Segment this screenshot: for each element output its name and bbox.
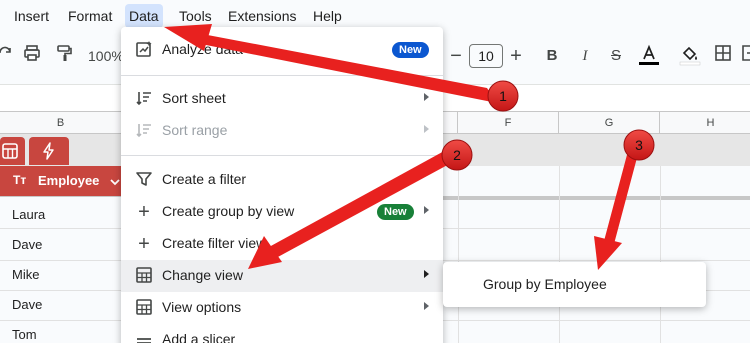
font-size-input[interactable]: 10	[469, 44, 503, 68]
menu-tools[interactable]: Tools	[175, 4, 216, 28]
decrease-font-size-icon[interactable]: −	[444, 44, 468, 68]
menu-help[interactable]: Help	[309, 4, 346, 28]
menu-item-label: Sort sheet	[162, 90, 226, 106]
slicer-icon	[134, 330, 154, 343]
menu-item-group-by-employee[interactable]: Group by Employee	[483, 276, 607, 292]
change-view-submenu: Group by Employee	[443, 262, 706, 307]
new-badge: New	[392, 42, 429, 58]
sort-icon	[134, 121, 154, 141]
annotation-number-1: 1	[499, 88, 507, 104]
menu-item-view-options[interactable]: View options	[121, 292, 443, 324]
text-type-icon: Tт	[13, 173, 27, 187]
column-header-e[interactable]	[443, 112, 458, 134]
bold-icon[interactable]: B	[540, 44, 564, 68]
menu-item-create-filter[interactable]: Create a filter	[121, 164, 443, 196]
table-icon	[134, 298, 154, 318]
submenu-arrow-icon	[424, 270, 429, 278]
text-color-icon[interactable]	[637, 44, 661, 68]
plus-icon: +	[138, 233, 150, 255]
menu-format[interactable]: Format	[64, 4, 116, 28]
column-header-h[interactable]: H	[660, 112, 750, 134]
table-row[interactable]: Laura	[12, 207, 45, 222]
menu-item-create-group-by-view[interactable]: + Create group by view New	[121, 196, 443, 228]
borders-icon[interactable]	[711, 44, 735, 68]
submenu-arrow-icon	[424, 206, 429, 214]
data-menu-dropdown: Analyze data New Sort sheet Sort range C…	[121, 27, 443, 343]
table-icon	[134, 266, 154, 286]
table-tab[interactable]	[0, 137, 25, 165]
menu-insert[interactable]: Insert	[10, 4, 53, 28]
fill-color-icon[interactable]	[678, 44, 702, 68]
menu-item-label: View options	[162, 299, 242, 315]
paint-format-icon[interactable]	[52, 44, 76, 68]
chevron-down-icon[interactable]	[109, 176, 121, 188]
menu-item-label: Create a filter	[162, 171, 247, 187]
print-icon[interactable]	[20, 44, 44, 68]
menu-item-add-slicer[interactable]: Add a slicer	[121, 324, 443, 343]
analyze-data-icon	[134, 40, 154, 60]
menu-item-sort-sheet[interactable]: Sort sheet	[121, 83, 443, 115]
annotation-arrow-3	[594, 151, 638, 270]
menu-item-label: Add a slicer	[162, 331, 236, 343]
menu-item-analyze-data[interactable]: Analyze data New	[121, 34, 443, 66]
table-row[interactable]: Mike	[12, 267, 39, 282]
increase-font-size-icon[interactable]: +	[504, 44, 528, 68]
table-smart-tab[interactable]	[29, 137, 69, 165]
annotation-number-3: 3	[635, 137, 643, 153]
new-badge: New	[377, 204, 414, 220]
table-header-label: Employee	[38, 173, 100, 188]
plus-icon: +	[138, 201, 150, 223]
filter-icon	[134, 170, 154, 190]
column-header-g[interactable]: G	[559, 112, 660, 134]
menu-item-label: Change view	[162, 267, 243, 283]
submenu-arrow-icon	[424, 125, 429, 133]
menu-item-create-filter-view[interactable]: + Create filter view	[121, 228, 443, 260]
merge-cells-icon[interactable]	[738, 44, 750, 68]
italic-icon[interactable]: I	[573, 44, 597, 68]
zoom-select[interactable]: 100%	[88, 44, 124, 68]
table-row[interactable]: Dave	[12, 297, 42, 312]
annotation-number-2: 2	[453, 147, 461, 163]
menu-extensions[interactable]: Extensions	[224, 4, 300, 28]
submenu-arrow-icon	[424, 302, 429, 310]
menu-item-change-view[interactable]: Change view	[121, 260, 443, 292]
column-header-b[interactable]: B	[0, 112, 122, 134]
submenu-arrow-icon	[424, 93, 429, 101]
menu-data[interactable]: Data	[125, 4, 163, 28]
lightning-icon	[43, 142, 54, 160]
table-column-header[interactable]: Tт Employee	[0, 166, 125, 196]
menu-item-label: Analyze data	[162, 41, 243, 57]
menu-item-label: Create filter view	[162, 235, 267, 251]
menu-item-sort-range[interactable]: Sort range	[121, 115, 443, 147]
menu-item-label: Create group by view	[162, 203, 295, 219]
table-calculator-icon	[2, 143, 18, 159]
strikethrough-icon[interactable]: S	[604, 44, 628, 68]
redo-icon[interactable]	[0, 44, 18, 68]
table-row[interactable]: Dave	[12, 237, 42, 252]
sort-icon	[134, 89, 154, 109]
column-header-f[interactable]: F	[458, 112, 559, 134]
menu-item-label: Sort range	[162, 122, 228, 138]
table-row[interactable]: Tom	[12, 327, 37, 342]
